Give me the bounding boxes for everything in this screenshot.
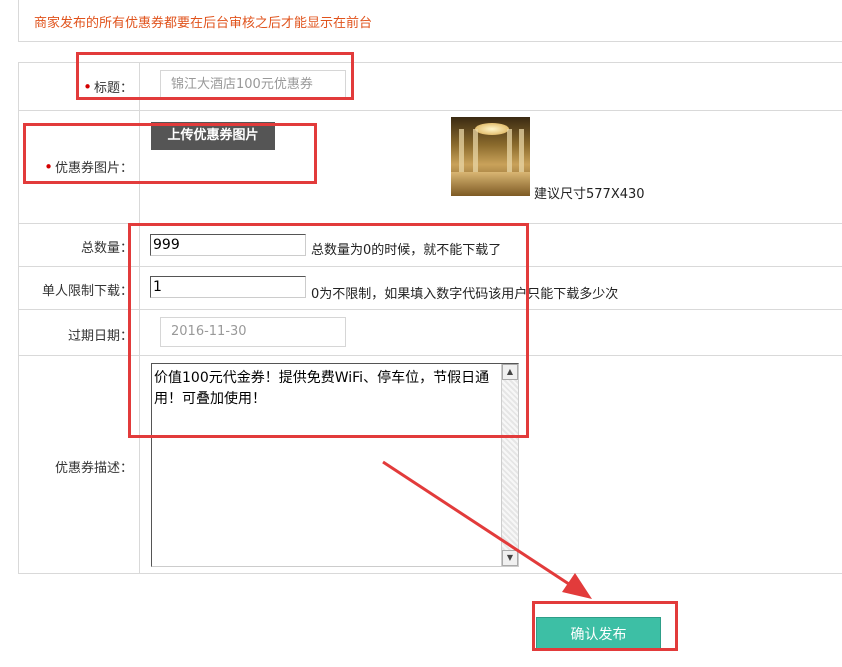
required-dot-icon: • — [83, 78, 92, 96]
notice-bar: 商家发布的所有优惠券都要在后台审核之后才能显示在前台 — [18, 0, 842, 42]
image-label: • 优惠券图片： — [44, 158, 133, 176]
total-label: 总数量： — [80, 241, 133, 256]
textarea-scrollbar[interactable]: ▲ ▼ — [501, 364, 518, 566]
expire-label: 过期日期： — [67, 329, 133, 344]
image-size-hint: 建议尺寸577X430 — [534, 187, 645, 202]
coupon-form: • 标题： 锦江大酒店100元优惠券 • 优惠券图片： 上传优惠券图片 建议尺寸57… — [18, 62, 842, 574]
limit-label: 单人限制下载： — [41, 284, 133, 299]
scroll-down-arrow-icon[interactable]: ▼ — [502, 550, 518, 566]
limit-hint: 0为不限制，如果填入数字代码该用户只能下载多少次 — [311, 287, 619, 302]
description-textarea[interactable]: 价值100元代金券！提供免费WiFi、停车位，节假日通用！可叠加使用！ ▲ ▼ — [151, 363, 519, 567]
download-limit-input[interactable]: 1 — [150, 276, 306, 298]
scroll-up-arrow-icon[interactable]: ▲ — [502, 364, 518, 380]
confirm-publish-button[interactable]: 确认发布 — [536, 617, 661, 651]
title-label: • 标题： — [83, 78, 133, 96]
column-divider — [139, 63, 140, 573]
row-divider — [19, 266, 842, 267]
expire-date-input[interactable]: 2016-11-30 — [160, 317, 346, 347]
row-divider — [19, 223, 842, 224]
total-hint: 总数量为0的时候，就不能下载了 — [311, 243, 502, 258]
row-divider — [19, 355, 842, 356]
row-divider — [19, 110, 842, 111]
title-input[interactable]: 锦江大酒店100元优惠券 — [160, 70, 346, 100]
required-dot-icon: • — [44, 158, 53, 176]
coupon-image-thumbnail — [451, 117, 530, 196]
upload-image-button[interactable]: 上传优惠券图片 — [151, 122, 275, 150]
description-label: 优惠券描述： — [54, 461, 133, 476]
row-divider — [19, 309, 842, 310]
total-quantity-input[interactable]: 999 — [150, 234, 306, 256]
description-text: 价值100元代金券！提供免费WiFi、停车位，节假日通用！可叠加使用！ — [154, 370, 490, 407]
notice-text: 商家发布的所有优惠券都要在后台审核之后才能显示在前台 — [34, 16, 373, 31]
